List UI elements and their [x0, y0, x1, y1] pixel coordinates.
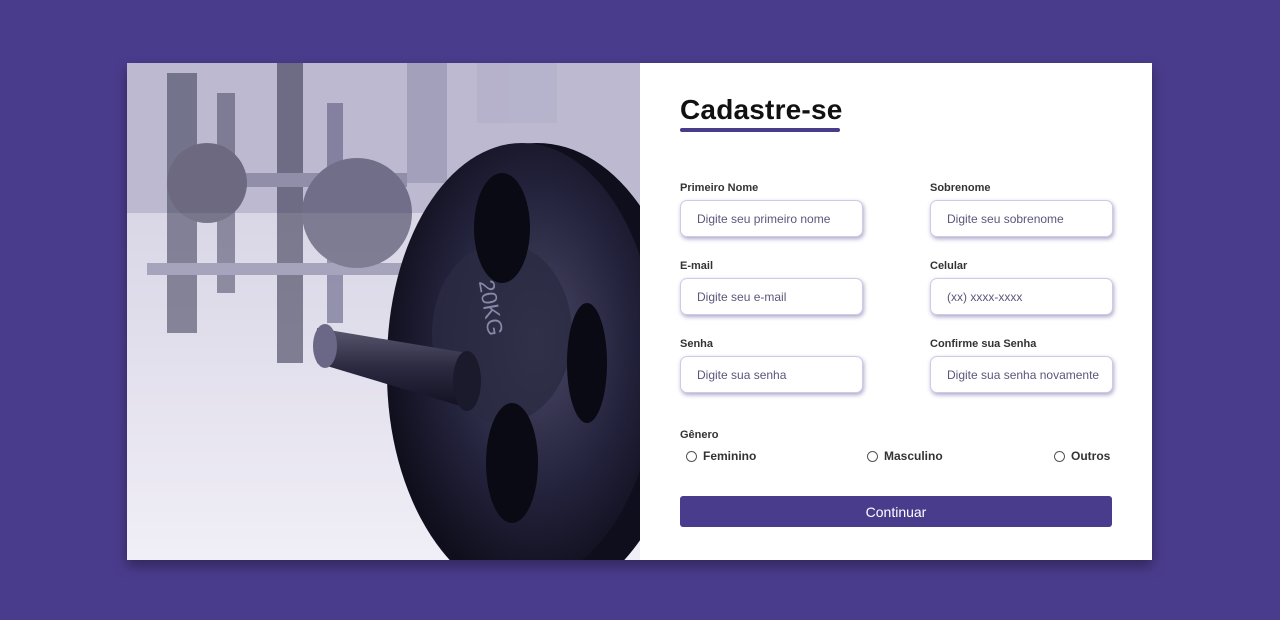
confirm-password-label: Confirme sua Senha: [930, 338, 1037, 350]
email-label: E-mail: [680, 260, 714, 272]
last-name-input[interactable]: [930, 200, 1113, 237]
radio-feminino-label: Feminino: [703, 449, 757, 463]
signup-card: 20KG Cadastre-se Primeiro Nome Sobrenome…: [127, 63, 1152, 560]
password-input[interactable]: [680, 356, 863, 393]
first-name-group: Primeiro Nome: [680, 181, 863, 237]
email-group: E-mail: [680, 259, 863, 315]
confirm-password-input[interactable]: [930, 356, 1113, 393]
phone-group: Celular: [930, 259, 1113, 315]
password-label: Senha: [680, 338, 714, 350]
radio-outros[interactable]: Outros: [1054, 449, 1110, 463]
phone-input[interactable]: [930, 278, 1113, 315]
radio-outros-label: Outros: [1071, 449, 1111, 463]
radio-feminino[interactable]: Feminino: [686, 449, 756, 463]
continue-button[interactable]: Continuar: [680, 496, 1112, 527]
gym-photo-illustration: 20KG: [127, 63, 640, 560]
signup-form: Cadastre-se Primeiro Nome Sobrenome E-ma…: [640, 63, 1152, 560]
email-input[interactable]: [680, 278, 863, 315]
confirm-password-group: Confirme sua Senha: [930, 337, 1113, 393]
page-title: Cadastre-se: [680, 94, 843, 125]
first-name-label: Primeiro Nome: [680, 182, 759, 194]
gender-label: Gênero: [680, 429, 719, 441]
last-name-group: Sobrenome: [930, 181, 1113, 237]
phone-label: Celular: [930, 260, 968, 272]
radio-masculino[interactable]: Masculino: [867, 449, 943, 463]
first-name-input[interactable]: [680, 200, 863, 237]
radio-circle-icon[interactable]: [686, 450, 697, 462]
last-name-label: Sobrenome: [930, 182, 991, 194]
password-group: Senha: [680, 337, 863, 393]
radio-circle-icon[interactable]: [867, 450, 878, 462]
radio-masculino-label: Masculino: [884, 449, 943, 463]
gym-photo: 20KG: [127, 63, 640, 560]
radio-circle-icon[interactable]: [1054, 450, 1065, 462]
title-underline: [680, 128, 840, 132]
